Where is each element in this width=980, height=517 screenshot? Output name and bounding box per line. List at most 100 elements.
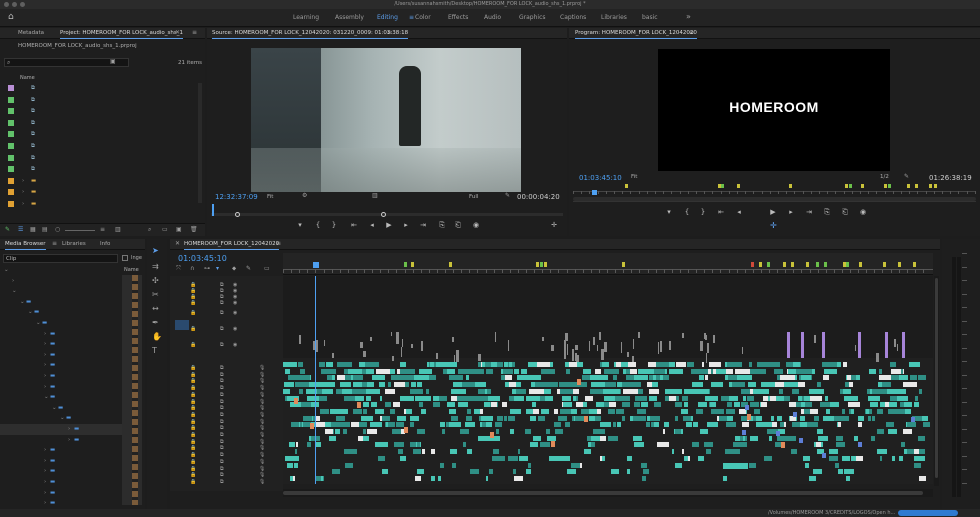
audio-clip[interactable] [900,442,905,448]
expand-chevron-icon[interactable]: ⌄ [12,286,17,297]
audio-clip[interactable] [449,408,454,414]
audio-clip[interactable] [817,429,824,434]
video-clip[interactable] [741,346,744,354]
audio-clip[interactable] [823,368,838,374]
audio-clip[interactable] [442,368,447,374]
video-clip[interactable] [604,342,608,352]
audio-clip-effect[interactable] [294,398,299,405]
audio-clip[interactable] [283,382,294,388]
voiceover-mic-icon[interactable]: 🎙 [259,425,265,431]
audio-clip[interactable] [811,368,815,374]
audio-clip[interactable] [299,368,305,374]
audio-clip[interactable] [868,395,881,401]
audio-clip[interactable] [659,442,669,448]
audio-clip[interactable] [771,422,777,428]
audio-clip[interactable] [382,415,391,421]
audio-clip[interactable] [475,382,487,388]
audio-clip[interactable] [302,415,310,421]
audio-clip[interactable] [550,435,557,441]
video-clip[interactable] [332,353,334,358]
audio-clip[interactable] [857,422,862,428]
audio-clip[interactable] [320,382,328,388]
audio-clip[interactable] [733,402,740,408]
audio-clip[interactable] [345,462,354,468]
sequence-marker[interactable] [849,184,852,188]
menu-icon[interactable]: ≡ [276,240,281,248]
audio-clip-label[interactable] [821,452,826,458]
timeline-playhead-line[interactable] [315,276,316,484]
transport-step-back-icon[interactable]: ◂ [734,208,744,216]
voiceover-mic-icon[interactable]: 🎙 [259,365,265,371]
project-item[interactable]: ⧉ [0,106,195,117]
audio-clip[interactable] [842,388,852,394]
audio-clip[interactable] [753,415,757,421]
audio-clip[interactable] [338,422,342,428]
timeline-vertical-scrollbar[interactable] [934,276,939,486]
audio-clip[interactable] [516,388,526,394]
video-clip[interactable] [706,343,710,353]
audio-clip[interactable] [335,429,341,434]
audio-clip[interactable] [545,395,553,401]
audio-clip[interactable] [590,375,603,381]
audio-clip[interactable] [791,388,799,394]
audio-clip[interactable] [732,442,743,448]
audio-clip[interactable] [283,362,292,367]
track-lock-icon[interactable]: 🔒 [190,385,196,391]
transport-export-frame-icon[interactable]: ◉ [471,221,481,229]
audio-clip[interactable] [306,442,311,448]
audio-clip[interactable] [918,449,926,455]
audio-clip[interactable] [492,449,500,455]
audio-clip[interactable] [783,382,798,388]
audio-clip[interactable] [789,402,796,408]
audio-clip[interactable] [905,408,911,414]
audio-clip[interactable] [474,408,481,414]
audio-clip[interactable] [870,435,876,441]
audio-clip[interactable] [464,422,475,428]
audio-clip[interactable] [536,362,551,367]
audio-clip[interactable] [513,368,520,374]
audio-clip[interactable] [485,362,492,367]
media-tree-item[interactable]: › ▬ [0,382,122,393]
media-tree-item[interactable]: ⌄ ▬ [0,297,122,308]
tab-editing[interactable]: Editing [377,9,398,27]
expand-chevron-icon[interactable]: › [44,339,46,350]
track-lock-icon[interactable]: 🔒 [190,466,196,472]
audio-clip[interactable] [668,388,683,394]
transport-extract-icon[interactable]: ⎗ [840,208,850,217]
audio-clip[interactable] [900,402,905,408]
home-icon[interactable]: ⌂ [8,13,14,22]
timeline-marker[interactable] [898,262,901,267]
audio-clip[interactable] [754,408,760,414]
media-tree-item[interactable]: › ▬ [0,360,122,371]
audio-clip[interactable] [397,402,400,408]
audio-clip[interactable] [516,382,521,388]
audio-clip[interactable] [438,475,441,481]
audio-clip[interactable] [919,388,922,394]
freeform-view-icon[interactable]: ▤ [42,226,48,234]
audio-clip[interactable] [338,408,342,414]
audio-clip[interactable] [809,395,823,401]
audio-clip[interactable] [381,442,389,448]
audio-clip[interactable] [372,422,382,428]
find-icon[interactable]: ⌕ [148,226,151,234]
audio-clip[interactable] [634,442,645,448]
expand-chevron-icon[interactable]: › [44,360,46,371]
expand-chevron-icon[interactable]: › [44,445,46,456]
tab-captions[interactable]: Captions [560,9,586,27]
tab-project[interactable]: Project: HOMEROOM_FOR LOCK_audio_shs_1 [60,28,183,39]
video-clip[interactable] [593,337,596,346]
audio-clip[interactable] [513,469,516,475]
audio-clip[interactable] [570,462,581,468]
track-select-tool-icon[interactable]: ⇉ [152,263,159,271]
audio-clip[interactable] [799,422,808,428]
audio-clip[interactable] [634,402,641,408]
audio-clip[interactable] [460,429,469,434]
program-playhead[interactable] [592,190,597,195]
audio-clip[interactable] [562,402,573,408]
audio-clip[interactable] [734,368,751,374]
audio-clip[interactable] [768,435,773,441]
audio-clip[interactable] [837,469,844,475]
audio-clip[interactable] [756,362,766,367]
settings-icon[interactable]: ⚙ [302,192,307,200]
hand-tool-icon[interactable]: ✋ [152,333,162,341]
